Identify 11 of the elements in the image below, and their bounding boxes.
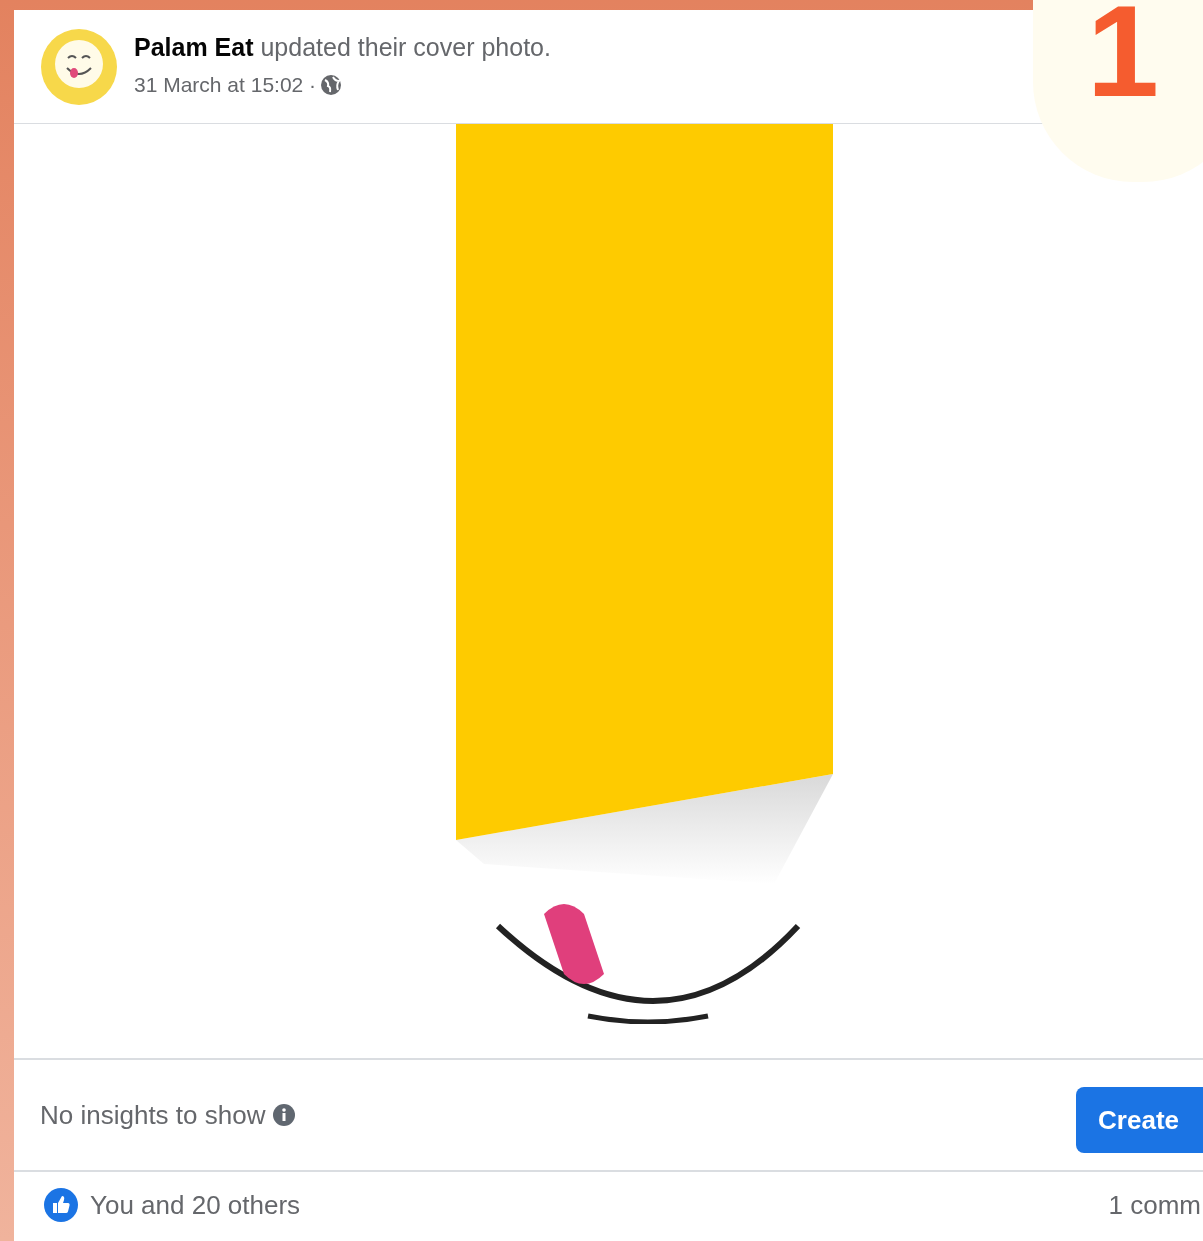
info-icon — [273, 1104, 296, 1126]
comment-count[interactable]: 1 comm — [1108, 1185, 1201, 1225]
post-headline: Palam Eat updated their cover photo. — [134, 32, 551, 64]
insights-message: No insights to show — [40, 1098, 266, 1132]
reaction-count[interactable]: You and 20 others — [90, 1185, 301, 1225]
step-number: 1 — [1086, 0, 1160, 116]
logo-icon — [40, 27, 118, 106]
globe-icon — [320, 74, 343, 97]
create-button[interactable]: Create — [1076, 1087, 1203, 1153]
like-icon — [44, 1188, 78, 1222]
post-timestamp[interactable]: 31 March at 15:02 · — [134, 69, 317, 101]
